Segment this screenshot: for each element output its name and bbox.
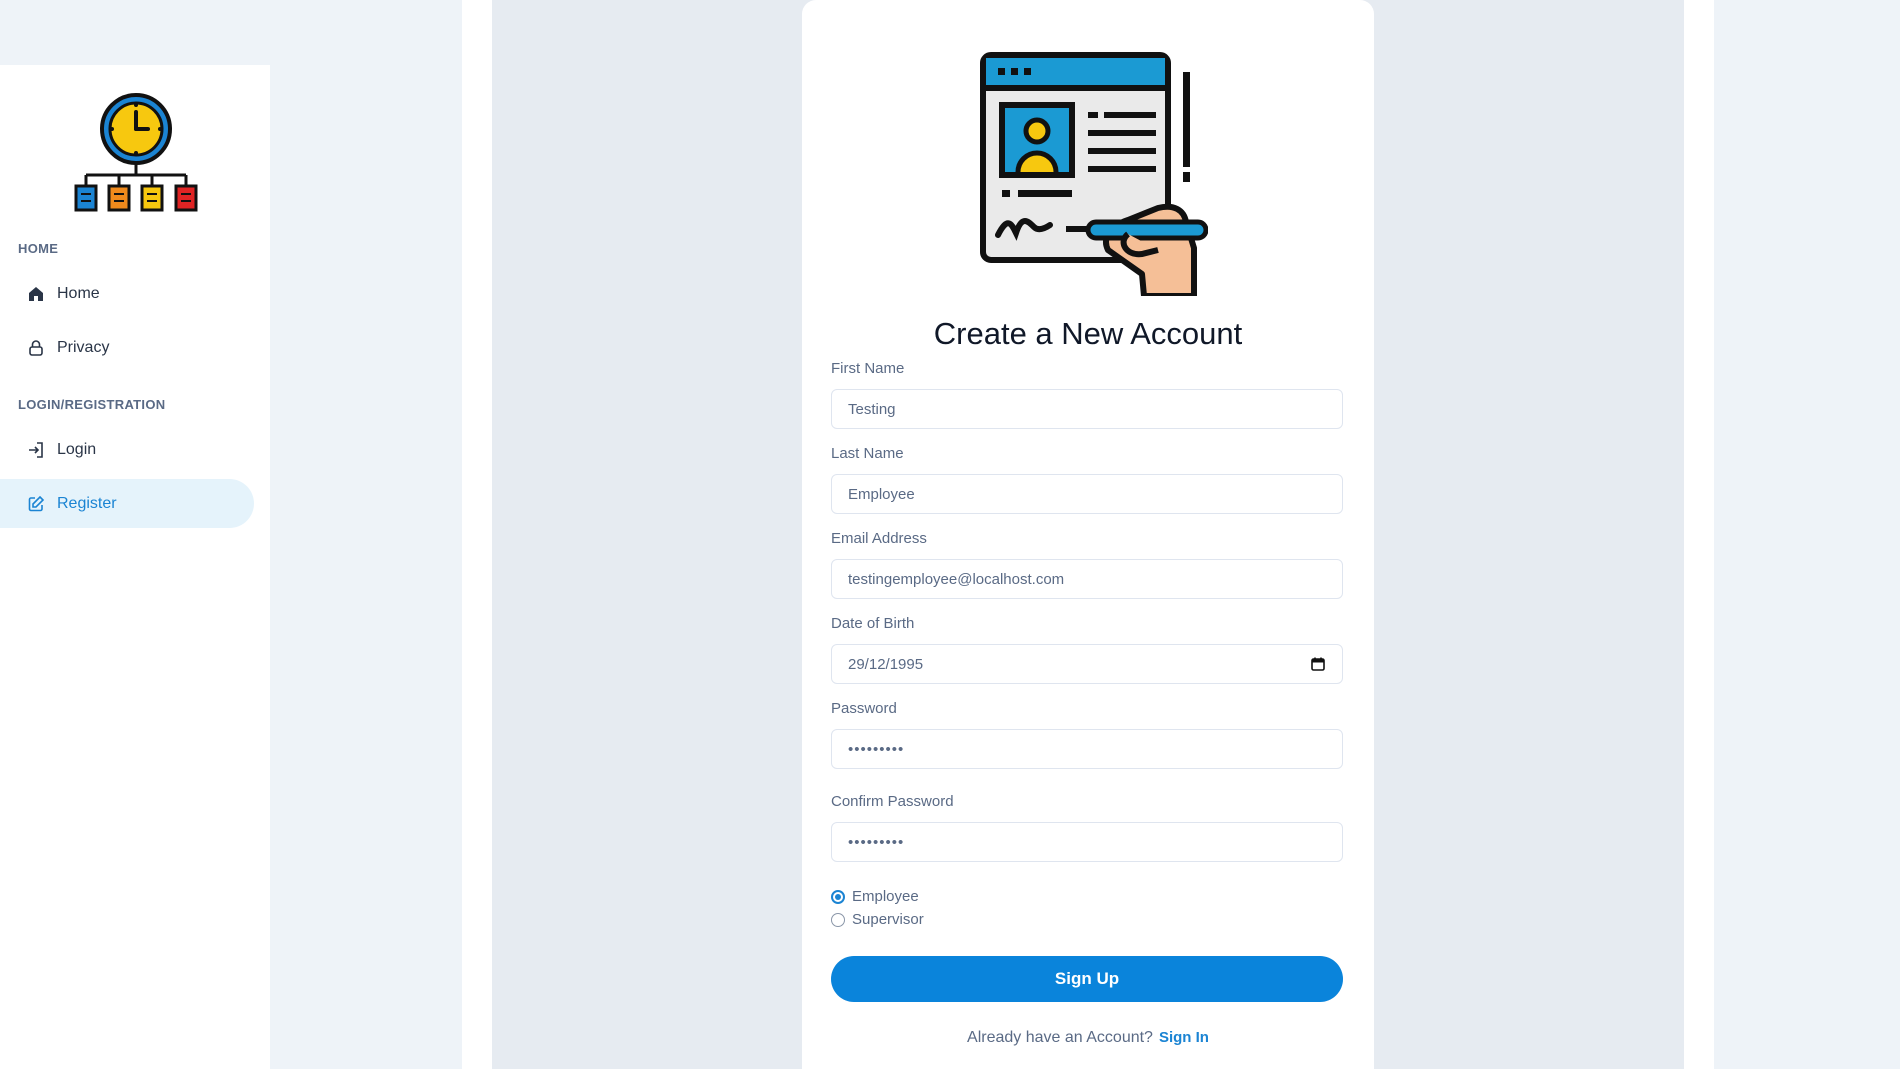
confirm-password-value: ••••••••• [848, 833, 905, 851]
nav-caption-home: HOME [18, 241, 59, 256]
sidebar-item-home[interactable]: Home [0, 269, 254, 318]
first-name-field[interactable] [831, 389, 1343, 429]
already-have-account: Already have an Account? Sign In [802, 1029, 1374, 1047]
password-label: Password [831, 700, 897, 717]
edit-icon [26, 494, 46, 514]
sidebar: HOME Home Privacy LOGIN/REGISTRATION Log… [0, 65, 270, 1069]
org-chart-clock-logo [74, 93, 198, 212]
role-supervisor-radio[interactable]: Supervisor [831, 911, 924, 928]
last-name-field[interactable] [831, 474, 1343, 514]
content-frame-right [1684, 0, 1714, 1069]
sidebar-item-label: Home [57, 284, 100, 302]
sidebar-item-label: Register [57, 494, 117, 512]
dob-label: Date of Birth [831, 615, 915, 632]
sign-in-link[interactable]: Sign In [1159, 1029, 1209, 1046]
nav-caption-login-registration: LOGIN/REGISTRATION [18, 397, 166, 412]
sidebar-item-login[interactable]: Login [0, 425, 254, 474]
confirm-password-label: Confirm Password [831, 793, 954, 810]
signing-document-illustration [980, 52, 1208, 296]
last-name-label: Last Name [831, 445, 904, 462]
email-label: Email Address [831, 530, 927, 547]
role-employee-radio[interactable]: Employee [831, 888, 919, 905]
dob-value: 29/12/1995 [848, 655, 924, 673]
email-field[interactable] [831, 559, 1343, 599]
calendar-icon[interactable] [1310, 656, 1326, 672]
sidebar-item-label: Privacy [57, 338, 110, 356]
sign-up-button[interactable]: Sign Up [831, 956, 1343, 1002]
first-name-label: First Name [831, 360, 905, 377]
sidebar-item-privacy[interactable]: Privacy [0, 323, 254, 372]
already-text: Already have an Account? [967, 1029, 1153, 1046]
home-icon [26, 284, 46, 304]
role-label: Employee [852, 888, 919, 905]
password-field[interactable]: ••••••••• [831, 729, 1343, 769]
lock-icon [26, 338, 46, 358]
register-card: Create a New Account First Name Last Nam… [802, 0, 1374, 1069]
sidebar-item-label: Login [57, 440, 97, 458]
content-frame-left [462, 0, 492, 1069]
login-icon [26, 440, 46, 460]
dob-field[interactable]: 29/12/1995 [831, 644, 1343, 684]
confirm-password-field[interactable]: ••••••••• [831, 822, 1343, 862]
sidebar-item-register[interactable]: Register [0, 479, 254, 528]
page-title: Create a New Account [933, 316, 1243, 351]
radio-button-checked[interactable] [831, 889, 845, 904]
password-value: ••••••••• [848, 740, 905, 758]
radio-button[interactable] [831, 912, 845, 927]
role-label: Supervisor [852, 911, 924, 928]
